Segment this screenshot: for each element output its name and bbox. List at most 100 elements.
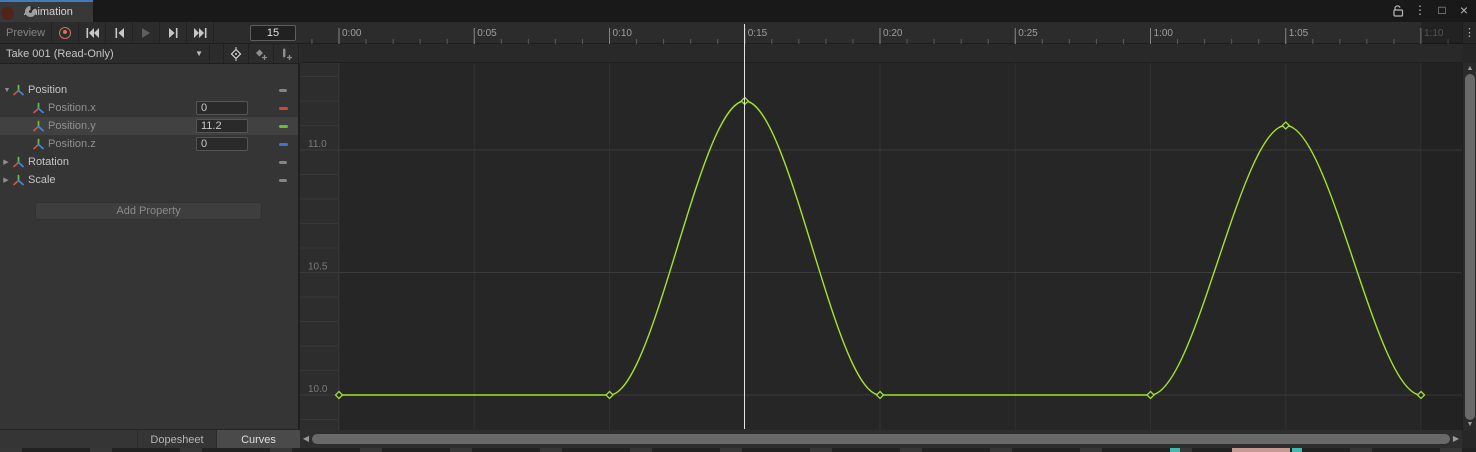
animation-window: Animation ⋮ □ × Preview 15: [0, 0, 1476, 452]
sliver-teal-mark: [1292, 448, 1302, 452]
transform-icon: [32, 138, 45, 150]
property-row-position-z[interactable]: Position.z 0: [0, 135, 298, 153]
transform-icon: [12, 156, 25, 168]
property-label: Position.y: [48, 120, 96, 132]
next-frame-button[interactable]: [160, 22, 187, 43]
property-row-position-y[interactable]: Position.y 11.2: [0, 117, 298, 135]
scroll-right-icon[interactable]: ▶: [1451, 434, 1461, 444]
frame-number-field[interactable]: 15: [250, 25, 296, 41]
ruler-menu-icon[interactable]: ⋮: [1462, 22, 1476, 44]
scrollbar-corner: [1462, 430, 1476, 448]
horizontal-scrollbar[interactable]: ◀ ▶: [300, 430, 1462, 448]
clip-name: Take 001 (Read-Only): [6, 48, 114, 60]
next-frame-icon: [169, 28, 178, 38]
vertical-scrollbar-thumb[interactable]: [1465, 74, 1475, 420]
add-keyframe-button[interactable]: [249, 44, 274, 63]
value-axis-label: 10.0: [308, 384, 328, 395]
position-x-field[interactable]: 0: [196, 101, 248, 115]
dropdown-arrow-icon: ▼: [195, 49, 203, 58]
curve-color-indicator: [279, 125, 288, 128]
play-icon: [142, 28, 150, 38]
property-row-rotation[interactable]: ▶ Rotation: [0, 153, 298, 171]
playhead[interactable]: [744, 24, 745, 429]
property-row-scale[interactable]: ▶ Scale: [0, 171, 298, 189]
first-frame-button[interactable]: [79, 22, 106, 43]
background-sliver: [0, 448, 1476, 452]
add-keyframe-icon: [254, 47, 268, 61]
foldout-arrow-icon[interactable]: ▼: [0, 87, 12, 94]
transform-icon: [12, 174, 25, 186]
sliver-pink-mark: [1232, 448, 1290, 452]
tab-strip: Animation ⋮ □ ×: [0, 0, 1476, 22]
unlock-icon[interactable]: [1390, 2, 1406, 18]
add-event-icon: [279, 47, 293, 61]
foldout-arrow-icon[interactable]: ▶: [0, 176, 12, 184]
transform-icon: [12, 84, 25, 96]
ruler-tick-label: 1:05: [1289, 28, 1309, 39]
property-label: Position.x: [48, 102, 96, 114]
curve-top-margin: [300, 44, 1462, 63]
out-of-range-shade: [1421, 22, 1462, 44]
tab-curves[interactable]: Curves: [216, 430, 300, 449]
curve-toggle-indicator: [279, 161, 287, 164]
keyframe-diamond-icon: [229, 47, 243, 61]
last-frame-button[interactable]: [187, 22, 214, 43]
property-row-position[interactable]: ▼ Position: [0, 81, 298, 99]
position-z-field[interactable]: 0: [196, 137, 248, 151]
scroll-left-icon[interactable]: ◀: [301, 434, 311, 444]
property-row-position-x[interactable]: Position.x 0: [0, 99, 298, 117]
last-frame-icon: [194, 28, 207, 38]
foldout-arrow-icon[interactable]: ▶: [0, 158, 12, 166]
clip-dropdown[interactable]: Take 001 (Read-Only) ▼: [0, 44, 210, 63]
ruler-tick-label: 0:05: [477, 28, 497, 39]
toolbar-spacer: [210, 44, 224, 63]
property-label: Position: [28, 84, 67, 96]
value-axis-label: 10.5: [308, 262, 328, 273]
vertical-scrollbar[interactable]: ▲ ▼: [1462, 63, 1476, 430]
horizontal-scrollbar-thumb[interactable]: [312, 434, 1450, 444]
position-y-field[interactable]: 11.2: [196, 119, 248, 133]
transform-icon: [32, 102, 45, 114]
keyframe-diamond[interactable]: [1147, 392, 1154, 399]
value-axis-label: 11.0: [308, 139, 327, 150]
transform-icon: [32, 120, 45, 132]
view-mode-bar: Dopesheet Curves: [0, 429, 300, 448]
keyframe-diamond[interactable]: [877, 392, 884, 399]
clip-row: Take 001 (Read-Only) ▼: [0, 44, 300, 64]
animation-toolbar: Preview 15: [0, 22, 300, 44]
value-axis-strip: [300, 63, 338, 430]
record-button[interactable]: [52, 22, 79, 43]
keyframe-diamond[interactable]: [1282, 122, 1289, 129]
window-menu-icon[interactable]: ⋮: [1412, 2, 1428, 18]
keyframe-diamond[interactable]: [606, 392, 613, 399]
first-frame-icon: [86, 28, 99, 38]
ruler-tick-label: 0:00: [342, 28, 362, 39]
close-icon[interactable]: ×: [1456, 2, 1472, 18]
window-badge-icon: [1, 7, 14, 20]
ruler-tick-label: 0:25: [1018, 28, 1038, 39]
scroll-up-icon[interactable]: ▲: [1463, 64, 1476, 74]
curve-toggle-indicator: [279, 89, 287, 92]
property-label: Rotation: [28, 156, 69, 168]
ruler-tick-label: 0:10: [613, 28, 633, 39]
preview-toggle[interactable]: Preview: [0, 22, 52, 43]
keyframe-indicator-button[interactable]: [224, 44, 249, 63]
tab-dopesheet[interactable]: Dopesheet: [137, 430, 216, 449]
ruler-tick-label: 0:15: [748, 28, 768, 39]
play-button[interactable]: [133, 22, 160, 43]
timeline-ruler[interactable]: 0:000:050:100:150:200:251:001:051:10: [300, 22, 1462, 44]
curve-toggle-indicator: [279, 179, 287, 182]
add-property-button[interactable]: Add Property: [35, 202, 262, 220]
add-event-button[interactable]: [274, 44, 299, 63]
out-of-range-shade: [1421, 63, 1462, 430]
curve-color-indicator: [279, 107, 288, 110]
record-icon: [59, 27, 71, 39]
curve-editor[interactable]: 11.0 10.5 10.0: [300, 63, 1462, 430]
scroll-down-icon[interactable]: ▼: [1463, 420, 1476, 430]
property-label: Position.z: [48, 138, 96, 150]
previous-frame-button[interactable]: [106, 22, 133, 43]
previous-frame-icon: [115, 28, 124, 38]
tab-animation[interactable]: Animation: [0, 0, 93, 22]
ruler-tick-label: 1:00: [1154, 28, 1174, 39]
maximize-icon[interactable]: □: [1434, 2, 1450, 18]
